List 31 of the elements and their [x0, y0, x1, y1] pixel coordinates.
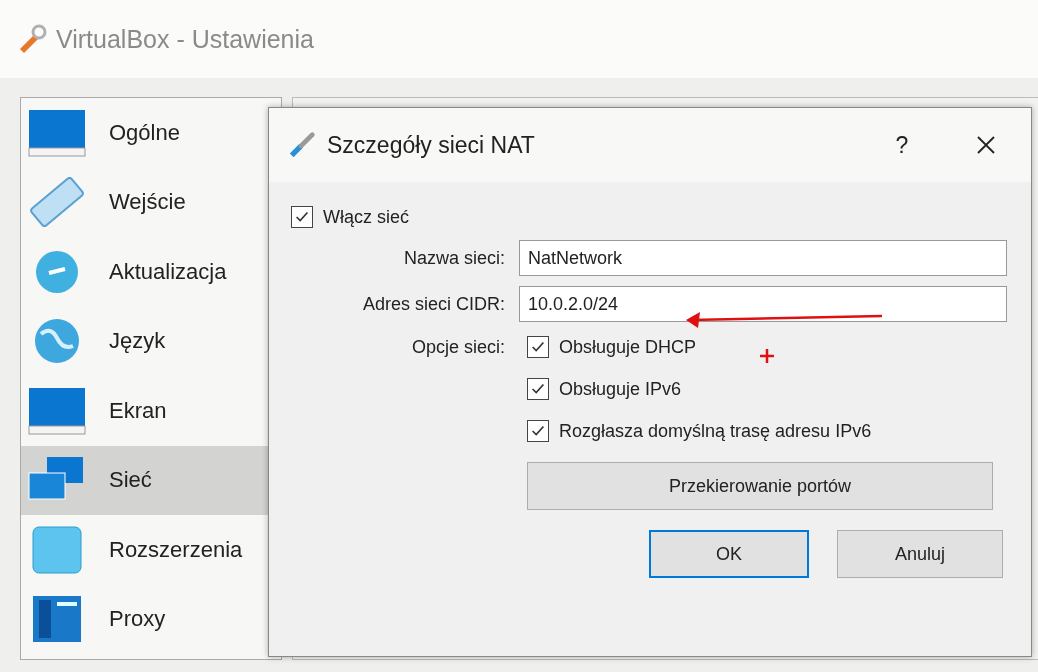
dialog-button[interactable]: Anuluj — [837, 530, 1003, 578]
screwdriver-icon — [287, 130, 317, 160]
input-field[interactable]: NatNetwork — [519, 240, 1007, 276]
port-forwarding-button[interactable]: Przekierowanie portów — [527, 462, 993, 510]
sidebar-item[interactable]: Ogólne — [21, 98, 281, 168]
field-label: Opcje sieci: — [410, 336, 505, 358]
sidebar-item[interactable]: Aktualizacja — [21, 237, 281, 307]
monitor-icon — [27, 107, 87, 158]
checkbox[interactable] — [291, 206, 313, 228]
dialog-button[interactable]: OK — [649, 530, 809, 578]
checkbox-label: Obsługuje IPv6 — [559, 378, 682, 400]
plus-mark — [759, 348, 775, 364]
checkbox[interactable] — [527, 336, 549, 358]
sidebar-item[interactable]: Rozszerzenia — [21, 515, 281, 585]
dialog-title: Szczegóły sieci NAT — [327, 131, 535, 159]
close-icon — [976, 135, 996, 155]
help-button[interactable]: ? — [877, 125, 927, 165]
field-label: Adres sieci CIDR: — [361, 293, 505, 315]
checkbox-label: Rozgłasza domyślną trasę adresu IPv6 — [559, 420, 872, 442]
sidebar-item[interactable]: Język — [21, 306, 281, 376]
field-label: Nazwa sieci: — [402, 247, 505, 269]
checkbox[interactable] — [527, 420, 549, 442]
sidebar-item[interactable]: Wejście — [21, 167, 281, 237]
sidebar-item[interactable]: Proxy — [21, 584, 281, 654]
window-title: VirtualBox - Ustawienia — [56, 24, 314, 54]
input-field[interactable]: 10.0.2.0/24 — [519, 286, 1007, 322]
checkbox[interactable] — [527, 378, 549, 400]
sidebar-item[interactable]: Ekran — [21, 376, 281, 446]
checkbox-label: Włącz sieć — [323, 206, 409, 228]
monitor-icon — [27, 385, 87, 436]
checkbox-label: Obsługuje DHCP — [559, 336, 697, 358]
